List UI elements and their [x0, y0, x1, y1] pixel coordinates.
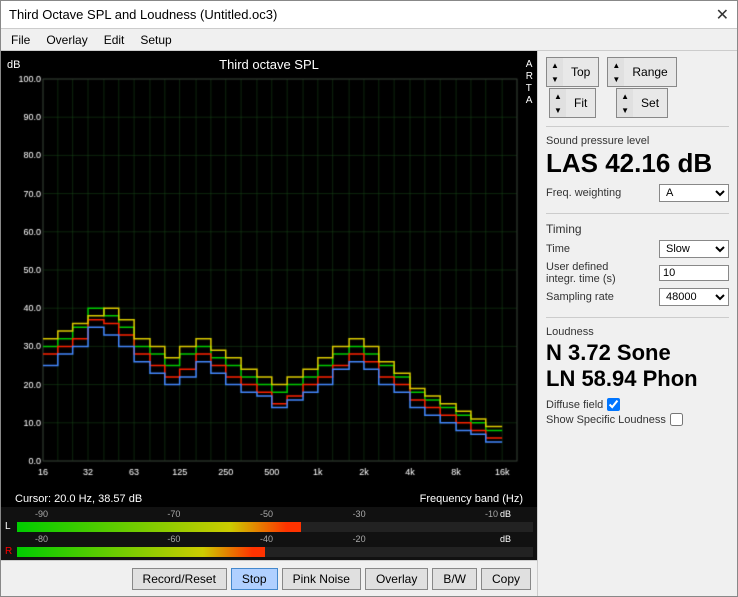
pink-noise-button[interactable]: Pink Noise — [282, 568, 361, 590]
top-label[interactable]: Top — [563, 63, 598, 81]
chart-title: Third octave SPL — [219, 57, 319, 72]
top-up-button[interactable]: ▲ — [547, 58, 563, 72]
timing-label: Timing — [546, 222, 729, 236]
set-down-button[interactable]: ▼ — [617, 103, 633, 117]
time-select[interactable]: Slow Fast Impulse — [659, 240, 729, 258]
divider-2 — [546, 213, 729, 214]
fit-spin: ▲ ▼ Fit — [549, 88, 596, 118]
spl-value: LAS 42.16 dB — [546, 149, 729, 178]
range-up-button[interactable]: ▲ — [608, 58, 624, 72]
chart-db-label: dB — [7, 59, 20, 71]
title-bar: Third Octave SPL and Loudness (Untitled.… — [1, 1, 737, 29]
show-specific-label: Show Specific Loudness — [546, 414, 666, 426]
freq-weighting-row: Freq. weighting A C Z — [546, 184, 729, 202]
chart-canvas — [1, 51, 537, 491]
l-channel-label: L — [5, 521, 17, 532]
freq-weighting-label: Freq. weighting — [546, 187, 621, 199]
fit-up-button[interactable]: ▲ — [550, 89, 566, 103]
range-down-button[interactable]: ▼ — [608, 72, 624, 86]
range-spin: ▲ ▼ Range — [607, 57, 676, 87]
range-label[interactable]: Range — [624, 63, 675, 81]
diffuse-field-label: Diffuse field — [546, 399, 603, 411]
level-bar: -90 -70 -50 -30 -10 dB L — [1, 507, 537, 560]
set-spin-buttons: ▲ ▼ — [617, 89, 633, 117]
divider-3 — [546, 317, 729, 318]
menu-bar: File Overlay Edit Setup — [1, 29, 737, 51]
freq-weighting-select[interactable]: A C Z — [659, 184, 729, 202]
user-defined-input[interactable] — [659, 265, 729, 281]
level-ticks-r: -80 -60 -40 -20 dB — [5, 534, 533, 544]
diffuse-field-row: Diffuse field — [546, 398, 729, 411]
menu-edit[interactable]: Edit — [98, 32, 131, 48]
sampling-rate-label: Sampling rate — [546, 291, 614, 303]
l-track — [17, 522, 533, 532]
set-spin: ▲ ▼ Set — [616, 88, 668, 118]
top-control: ▲ ▼ Top ▲ ▼ Fit — [546, 57, 599, 118]
diffuse-field-checkbox[interactable] — [607, 398, 620, 411]
user-defined-row: User definedintegr. time (s) — [546, 261, 729, 285]
divider-1 — [546, 126, 729, 127]
loudness-n-value: N 3.72 Sone — [546, 340, 729, 366]
set-label[interactable]: Set — [633, 94, 667, 112]
loudness-section-label: Loudness — [546, 326, 729, 338]
main-window: Third Octave SPL and Loudness (Untitled.… — [0, 0, 738, 597]
menu-overlay[interactable]: Overlay — [40, 32, 93, 48]
top-spin-buttons: ▲ ▼ — [547, 58, 563, 86]
r-track — [17, 547, 533, 557]
fit-label[interactable]: Fit — [566, 94, 595, 112]
sampling-rate-select[interactable]: 48000 44100 96000 — [659, 288, 729, 306]
menu-setup[interactable]: Setup — [134, 32, 177, 48]
top-down-button[interactable]: ▼ — [547, 72, 563, 86]
chart-info-bar: Cursor: 20.0 Hz, 38.57 dB Frequency band… — [1, 491, 537, 507]
fit-down-button[interactable]: ▼ — [550, 103, 566, 117]
window-title: Third Octave SPL and Loudness (Untitled.… — [9, 7, 277, 22]
show-specific-checkbox[interactable] — [670, 413, 683, 426]
set-up-button[interactable]: ▲ — [617, 89, 633, 103]
copy-button[interactable]: Copy — [481, 568, 531, 590]
r-fill — [17, 547, 265, 557]
fit-spin-buttons: ▲ ▼ — [550, 89, 566, 117]
menu-file[interactable]: File — [5, 32, 36, 48]
loudness-section: Loudness N 3.72 Sone LN 58.94 Phon Diffu… — [546, 326, 729, 429]
user-defined-label: User definedintegr. time (s) — [546, 261, 616, 285]
time-label: Time — [546, 243, 570, 255]
r-channel-label: R — [5, 546, 17, 557]
close-button[interactable]: ✕ — [716, 5, 729, 25]
level-row-r: R — [5, 545, 533, 558]
right-panel: ▲ ▼ Top ▲ ▼ Fit — [537, 51, 737, 596]
show-specific-row: Show Specific Loudness — [546, 413, 729, 426]
top-range-controls: ▲ ▼ Top ▲ ▼ Fit — [546, 57, 729, 118]
freq-label: Frequency band (Hz) — [412, 492, 531, 506]
bw-button[interactable]: B/W — [432, 568, 477, 590]
overlay-button[interactable]: Overlay — [365, 568, 428, 590]
chart-container: Third octave SPL ARTA dB — [1, 51, 537, 491]
spl-section-label: Sound pressure level — [546, 135, 729, 147]
cursor-info: Cursor: 20.0 Hz, 38.57 dB — [7, 492, 150, 506]
time-row: Time Slow Fast Impulse — [546, 240, 729, 258]
timing-section: Timing Time Slow Fast Impulse User defin… — [546, 222, 729, 309]
content-area: Third octave SPL ARTA dB Cursor: 20.0 Hz… — [1, 51, 737, 596]
l-fill — [17, 522, 301, 532]
chart-arta-label: ARTA — [526, 59, 533, 107]
spl-section: Sound pressure level LAS 42.16 dB Freq. … — [546, 135, 729, 205]
stop-button[interactable]: Stop — [231, 568, 278, 590]
loudness-ln-value: LN 58.94 Phon — [546, 366, 729, 392]
top-spin: ▲ ▼ Top — [546, 57, 599, 87]
range-spin-buttons: ▲ ▼ — [608, 58, 624, 86]
record-reset-button[interactable]: Record/Reset — [132, 568, 227, 590]
button-bar: Record/Reset Stop Pink Noise Overlay B/W… — [1, 560, 537, 596]
level-ticks-l: -90 -70 -50 -30 -10 dB — [5, 509, 533, 519]
level-row-l: L — [5, 520, 533, 533]
sampling-rate-row: Sampling rate 48000 44100 96000 — [546, 288, 729, 306]
range-control: ▲ ▼ Range ▲ ▼ Set — [607, 57, 676, 118]
chart-panel: Third octave SPL ARTA dB Cursor: 20.0 Hz… — [1, 51, 537, 596]
